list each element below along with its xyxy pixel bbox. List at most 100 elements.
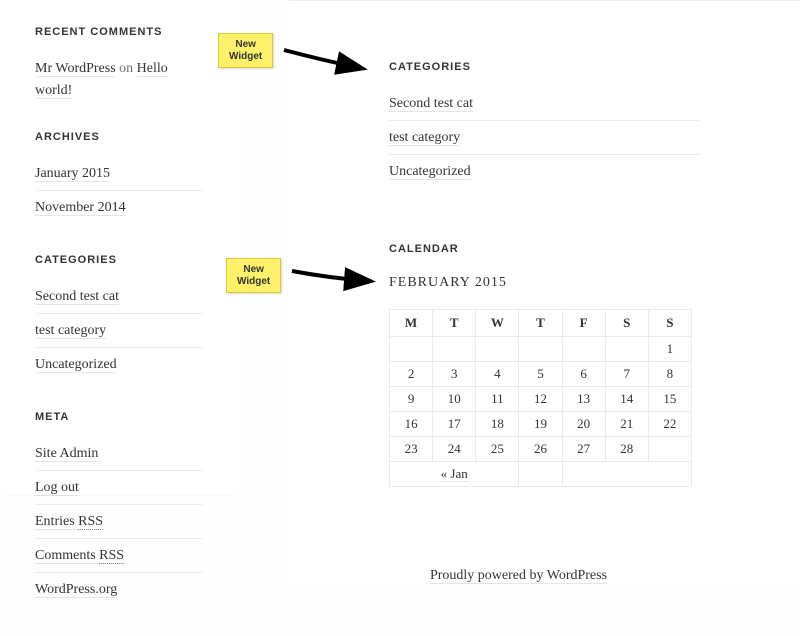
- list-item: November 2014: [35, 190, 202, 224]
- calendar-row: 2345678: [390, 362, 692, 387]
- widget-archives: ARCHIVES January 2015 November 2014: [0, 131, 237, 254]
- archive-link[interactable]: November 2014: [35, 200, 126, 216]
- widget-title-archives: ARCHIVES: [35, 131, 202, 143]
- category-link[interactable]: test category: [35, 323, 106, 339]
- list-item: Uncategorized: [389, 154, 700, 188]
- calendar-day[interactable]: 17: [433, 412, 476, 437]
- recent-comment-item: Mr WordPress on Hello world!: [35, 58, 202, 101]
- calendar-day[interactable]: 16: [390, 412, 433, 437]
- calendar-row: 232425262728: [390, 437, 692, 462]
- calendar-row: 1: [390, 337, 692, 362]
- arrow-icon: [282, 40, 372, 80]
- calendar-day[interactable]: 19: [519, 412, 562, 437]
- calendar-head: M T W T F S S: [390, 310, 692, 337]
- list-item: WordPress.org: [35, 572, 202, 606]
- calendar-day[interactable]: 24: [433, 437, 476, 462]
- calendar-table: FEBRUARY 2015 M T W T F S S 123456789101…: [389, 275, 692, 487]
- meta-link-site-admin[interactable]: Site Admin: [35, 446, 98, 462]
- calendar-day[interactable]: 6: [562, 362, 605, 387]
- calendar-day[interactable]: 13: [562, 387, 605, 412]
- widget-title-categories-main: CATEGORIES: [389, 61, 700, 73]
- dow: S: [605, 310, 648, 337]
- calendar-next: [562, 462, 691, 487]
- calendar-day: [562, 337, 605, 362]
- footer-credit-link[interactable]: Proudly powered by WordPress: [430, 568, 607, 584]
- calendar-day[interactable]: 2: [390, 362, 433, 387]
- list-item: January 2015: [35, 163, 202, 190]
- meta-link-wporg[interactable]: WordPress.org: [35, 582, 117, 598]
- calendar-day[interactable]: 14: [605, 387, 648, 412]
- category-link[interactable]: Second test cat: [389, 96, 473, 112]
- meta-list: Site Admin Log out Entries RSS Comments …: [35, 443, 202, 606]
- calendar-day: [519, 337, 562, 362]
- comment-author-link[interactable]: Mr WordPress: [35, 61, 116, 77]
- calendar-day: [476, 337, 519, 362]
- calendar-day[interactable]: 9: [390, 387, 433, 412]
- calendar-prev-link[interactable]: « Jan: [441, 466, 468, 482]
- meta-link-entries-rss[interactable]: Entries RSS: [35, 514, 103, 530]
- meta-link-logout[interactable]: Log out: [35, 480, 79, 496]
- calendar-day[interactable]: 7: [605, 362, 648, 387]
- annotation-note-2: New Widget: [226, 258, 281, 293]
- widget-title-calendar: CALENDAR: [389, 243, 700, 255]
- calendar-day[interactable]: 27: [562, 437, 605, 462]
- rss-abbr: RSS: [99, 548, 124, 564]
- rss-abbr: RSS: [78, 514, 103, 530]
- footer-credit: Proudly powered by WordPress: [237, 568, 800, 584]
- calendar-day: [648, 437, 691, 462]
- calendar-day[interactable]: 18: [476, 412, 519, 437]
- archive-link[interactable]: January 2015: [35, 166, 110, 182]
- calendar-day[interactable]: 23: [390, 437, 433, 462]
- calendar-day: [433, 337, 476, 362]
- category-link[interactable]: Uncategorized: [389, 164, 471, 180]
- widget-categories-main: CATEGORIES Second test cat test category…: [389, 61, 700, 188]
- list-item: Comments RSS: [35, 538, 202, 572]
- calendar-day[interactable]: 26: [519, 437, 562, 462]
- list-item: test category: [389, 120, 700, 154]
- on-text: on: [119, 61, 133, 76]
- list-item: test category: [35, 313, 202, 347]
- left-sidebar: RECENT COMMENTS Mr WordPress on Hello wo…: [0, 0, 237, 495]
- categories-list-left: Second test cat test category Uncategori…: [35, 286, 202, 381]
- category-link[interactable]: Uncategorized: [35, 357, 117, 373]
- list-item: Site Admin: [35, 443, 202, 470]
- calendar-prev[interactable]: « Jan: [390, 462, 519, 487]
- calendar-day[interactable]: 3: [433, 362, 476, 387]
- calendar-day[interactable]: 5: [519, 362, 562, 387]
- calendar-day[interactable]: 20: [562, 412, 605, 437]
- list-item: Second test cat: [35, 286, 202, 313]
- dow: T: [433, 310, 476, 337]
- calendar-day[interactable]: 28: [605, 437, 648, 462]
- widget-title-recent-comments: RECENT COMMENTS: [35, 26, 202, 38]
- widget-calendar: CALENDAR FEBRUARY 2015 M T W T F S S 123…: [389, 243, 700, 487]
- arrow-icon: [290, 263, 380, 298]
- calendar-day[interactable]: 4: [476, 362, 519, 387]
- dow: T: [519, 310, 562, 337]
- calendar-day[interactable]: 12: [519, 387, 562, 412]
- calendar-day[interactable]: 10: [433, 387, 476, 412]
- archives-list: January 2015 November 2014: [35, 163, 202, 224]
- calendar-day: [605, 337, 648, 362]
- calendar-day[interactable]: 22: [648, 412, 691, 437]
- calendar-row: 9101112131415: [390, 387, 692, 412]
- dow: S: [648, 310, 691, 337]
- calendar-body: 1234567891011121314151617181920212223242…: [390, 337, 692, 462]
- widget-title-categories-left: CATEGORIES: [35, 254, 202, 266]
- calendar-foot: « Jan: [390, 462, 692, 487]
- calendar-day[interactable]: 25: [476, 437, 519, 462]
- calendar-day[interactable]: 1: [648, 337, 691, 362]
- widget-recent-comments: RECENT COMMENTS Mr WordPress on Hello wo…: [0, 0, 237, 131]
- calendar-day[interactable]: 11: [476, 387, 519, 412]
- calendar-foot-pad: [519, 462, 562, 487]
- category-link[interactable]: Second test cat: [35, 289, 119, 305]
- list-item: Second test cat: [389, 93, 700, 120]
- category-link[interactable]: test category: [389, 130, 460, 146]
- widget-meta: META Site Admin Log out Entries RSS Comm…: [0, 411, 237, 636]
- calendar-day[interactable]: 15: [648, 387, 691, 412]
- meta-link-comments-rss[interactable]: Comments RSS: [35, 548, 124, 564]
- calendar-row: 16171819202122: [390, 412, 692, 437]
- annotation-note-1: New Widget: [218, 33, 273, 68]
- calendar-day[interactable]: 21: [605, 412, 648, 437]
- list-item: Log out: [35, 470, 202, 504]
- calendar-day[interactable]: 8: [648, 362, 691, 387]
